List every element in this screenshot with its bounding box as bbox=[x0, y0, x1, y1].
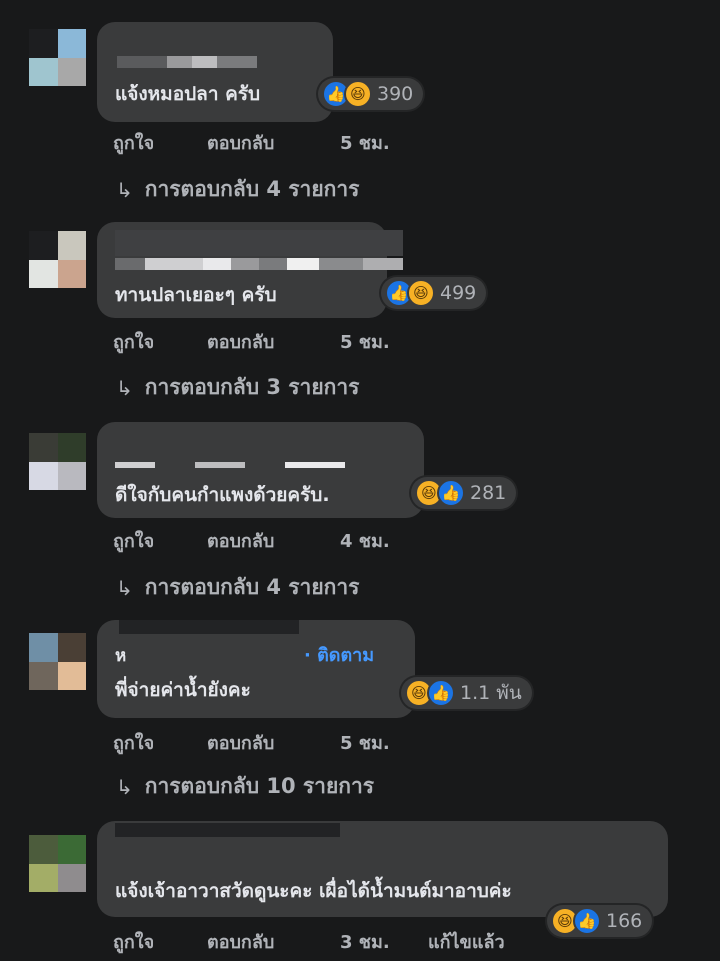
timestamp[interactable]: 5 ชม. bbox=[340, 728, 390, 757]
avatar[interactable] bbox=[29, 29, 86, 86]
comment-text: ดีใจกับคนกำแพงด้วยครับ. bbox=[115, 484, 330, 506]
avatar[interactable] bbox=[29, 633, 86, 690]
comment-text: แจ้งหมอปลา ครับ bbox=[115, 83, 261, 105]
avatar[interactable] bbox=[29, 835, 86, 892]
like-icon: 👍 bbox=[437, 479, 465, 507]
comment-bubble: แจ้งหมอปลา ครับ bbox=[97, 22, 333, 122]
reply-button[interactable]: ตอบกลับ bbox=[207, 526, 340, 555]
commenter-name-redacted-line bbox=[115, 258, 403, 270]
reaction-summary[interactable]: 👍 😆 499 bbox=[381, 277, 487, 309]
like-button[interactable]: ถูกใจ bbox=[113, 526, 207, 555]
view-replies-link[interactable]: ↳ การตอบกลับ 4 รายการ bbox=[116, 571, 359, 604]
reaction-summary[interactable]: 😆 👍 1.1 พัน bbox=[401, 677, 532, 709]
comment-actions: ถูกใจ ตอบกลับ 5 ชม. bbox=[113, 128, 390, 157]
reply-arrow-icon: ↳ bbox=[116, 774, 133, 799]
like-button[interactable]: ถูกใจ bbox=[113, 927, 207, 956]
reaction-count: 499 bbox=[440, 282, 477, 304]
edited-label[interactable]: แก้ไขแล้ว bbox=[428, 927, 505, 956]
comment-bubble: ห · ติดตาม พี่จ่ายค่าน้ำยังคะ bbox=[97, 620, 415, 718]
timestamp[interactable]: 3 ชม. bbox=[340, 927, 428, 956]
reply-arrow-icon: ↳ bbox=[116, 575, 133, 600]
comment-text: แจ้งเจ้าอาวาสวัดดูนะคะ เผื่อได้น้ำมนต์มา… bbox=[115, 880, 512, 902]
replies-count: การตอบกลับ 4 รายการ bbox=[144, 177, 360, 201]
commenter-name-redacted[interactable] bbox=[119, 620, 299, 634]
comment-bubble: ดีใจกับคนกำแพงด้วยครับ. bbox=[97, 422, 424, 518]
like-button[interactable]: ถูกใจ bbox=[113, 327, 207, 356]
like-button[interactable]: ถูกใจ bbox=[113, 728, 207, 757]
commenter-name-redacted[interactable] bbox=[115, 462, 375, 468]
reply-button[interactable]: ตอบกลับ bbox=[207, 927, 340, 956]
reaction-count: 390 bbox=[377, 83, 414, 105]
like-icon: 👍 bbox=[573, 907, 601, 935]
timestamp[interactable]: 5 ชม. bbox=[340, 327, 390, 356]
comment-actions: ถูกใจ ตอบกลับ 3 ชม. แก้ไขแล้ว bbox=[113, 927, 505, 956]
commenter-name-redacted[interactable] bbox=[115, 823, 340, 837]
reply-button[interactable]: ตอบกลับ bbox=[207, 728, 340, 757]
reply-arrow-icon: ↳ bbox=[116, 375, 133, 400]
comment-text: พี่จ่ายค่าน้ำยังคะ bbox=[115, 679, 251, 701]
reaction-summary[interactable]: 😆 👍 166 bbox=[547, 905, 653, 937]
follow-link[interactable]: · ติดตาม bbox=[304, 640, 374, 669]
timestamp[interactable]: 4 ชม. bbox=[340, 526, 390, 555]
commenter-name-initial[interactable]: ห bbox=[115, 642, 126, 669]
timestamp[interactable]: 5 ชม. bbox=[340, 128, 390, 157]
reaction-count: 281 bbox=[470, 482, 507, 504]
reply-button[interactable]: ตอบกลับ bbox=[207, 128, 340, 157]
avatar[interactable] bbox=[29, 433, 86, 490]
comment-actions: ถูกใจ ตอบกลับ 5 ชม. bbox=[113, 327, 390, 356]
haha-icon: 😆 bbox=[344, 80, 372, 108]
reaction-summary[interactable]: 😆 👍 281 bbox=[411, 477, 517, 509]
comment-actions: ถูกใจ ตอบกลับ 5 ชม. bbox=[113, 728, 390, 757]
like-button[interactable]: ถูกใจ bbox=[113, 128, 207, 157]
commenter-name-redacted[interactable] bbox=[117, 56, 257, 68]
comment-actions: ถูกใจ ตอบกลับ 4 ชม. bbox=[113, 526, 390, 555]
like-icon: 👍 bbox=[427, 679, 455, 707]
commenter-name-redacted[interactable] bbox=[115, 230, 403, 256]
reaction-count: 166 bbox=[606, 910, 643, 932]
reply-button[interactable]: ตอบกลับ bbox=[207, 327, 340, 356]
replies-count: การตอบกลับ 4 รายการ bbox=[144, 575, 360, 599]
haha-icon: 😆 bbox=[407, 279, 435, 307]
comment-text: ทานปลาเยอะๆ ครับ bbox=[115, 284, 277, 306]
view-replies-link[interactable]: ↳ การตอบกลับ 4 รายการ bbox=[116, 173, 359, 206]
reaction-summary[interactable]: 👍 😆 390 bbox=[318, 78, 424, 110]
view-replies-link[interactable]: ↳ การตอบกลับ 10 รายการ bbox=[116, 770, 374, 803]
replies-count: การตอบกลับ 10 รายการ bbox=[144, 774, 375, 798]
reaction-count: 1.1 พัน bbox=[460, 682, 522, 704]
comment-bubble: ​ แจ้งเจ้าอาวาสวัดดูนะคะ เผื่อได้น้ำมนต์… bbox=[97, 821, 668, 917]
view-replies-link[interactable]: ↳ การตอบกลับ 3 รายการ bbox=[116, 371, 359, 404]
replies-count: การตอบกลับ 3 รายการ bbox=[144, 375, 360, 399]
avatar[interactable] bbox=[29, 231, 86, 288]
reply-arrow-icon: ↳ bbox=[116, 177, 133, 202]
comment-bubble: ทานปลาเยอะๆ ครับ bbox=[97, 222, 403, 318]
